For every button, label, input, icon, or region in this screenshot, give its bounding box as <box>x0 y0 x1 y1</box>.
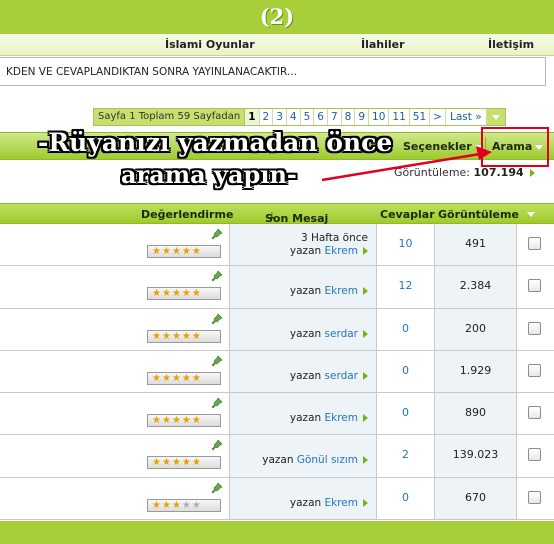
annotation-arrow <box>321 146 492 182</box>
forum-page: (2) İslami Oyunlar İlahiler İletişim KDE… <box>0 0 554 544</box>
annotation-line1: -Rüyanızı yazmadan önce <box>38 128 393 157</box>
annotation-line2: arama yapın- <box>121 160 297 189</box>
